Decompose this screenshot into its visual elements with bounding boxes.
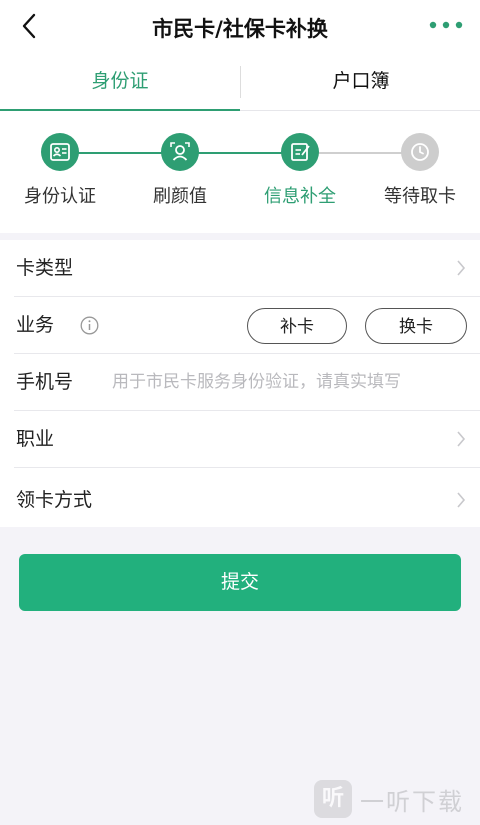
phone-label: 手机号: [16, 371, 74, 393]
clock-icon: [411, 143, 429, 161]
step-identity-verification: 身份认证: [0, 133, 120, 208]
step-circle: [161, 133, 199, 171]
tab-household-register[interactable]: 户口簿: [241, 54, 480, 110]
occupation-row[interactable]: 职业: [14, 411, 480, 468]
card-type-row[interactable]: 卡类型: [14, 240, 480, 297]
step-label: 信息补全: [264, 186, 336, 207]
occupation-label: 职业: [16, 428, 55, 450]
info-icon[interactable]: [80, 316, 99, 335]
step-circle: [41, 133, 79, 171]
card-type-label: 卡类型: [16, 257, 74, 279]
face-icon: [170, 142, 190, 161]
more-dots-icon[interactable]: [428, 18, 464, 32]
chevron-right-icon: [457, 431, 466, 447]
edit-form-icon: [291, 143, 310, 161]
chevron-right-icon: [457, 492, 466, 508]
document-type-tabs: 身份证 户口簿: [0, 54, 480, 111]
phone-row: 手机号: [14, 354, 480, 411]
submit-button[interactable]: 提交: [19, 554, 461, 611]
business-label: 业务: [16, 314, 55, 336]
id-card-icon: [50, 143, 70, 161]
step-circle: [281, 133, 319, 171]
step-await-pickup: 等待取卡: [360, 133, 480, 208]
pickup-method-label: 领卡方式: [16, 489, 93, 511]
page-title: 市民卡/社保卡补换: [152, 17, 328, 41]
info-form: 卡类型 业务 补卡 换卡 手机号 职业 领卡方式: [0, 240, 480, 527]
tab-id-card[interactable]: 身份证: [0, 54, 240, 110]
step-label: 等待取卡: [384, 186, 456, 207]
top-navigation-bar: 市民卡/社保卡补换: [0, 0, 480, 54]
business-row: 业务 补卡 换卡: [14, 297, 480, 354]
watermark: 听 一听下载: [314, 779, 476, 819]
watermark-logo: 听: [314, 780, 352, 818]
step-info-completion: 信息补全: [240, 133, 360, 208]
watermark-text: 一听下载: [360, 787, 464, 816]
step-label: 刷颜值: [153, 186, 207, 207]
pickup-method-row[interactable]: 领卡方式: [14, 472, 480, 528]
step-face-scan: 刷颜值: [120, 133, 240, 208]
replace-card-button[interactable]: 换卡: [365, 308, 467, 344]
step-label: 身份认证: [24, 186, 96, 207]
chevron-right-icon: [457, 260, 466, 276]
progress-steps: 身份认证 刷颜值 信息补全 等待取卡: [0, 111, 480, 233]
step-circle: [401, 133, 439, 171]
reissue-card-button[interactable]: 补卡: [247, 308, 347, 344]
phone-input[interactable]: [110, 354, 480, 410]
